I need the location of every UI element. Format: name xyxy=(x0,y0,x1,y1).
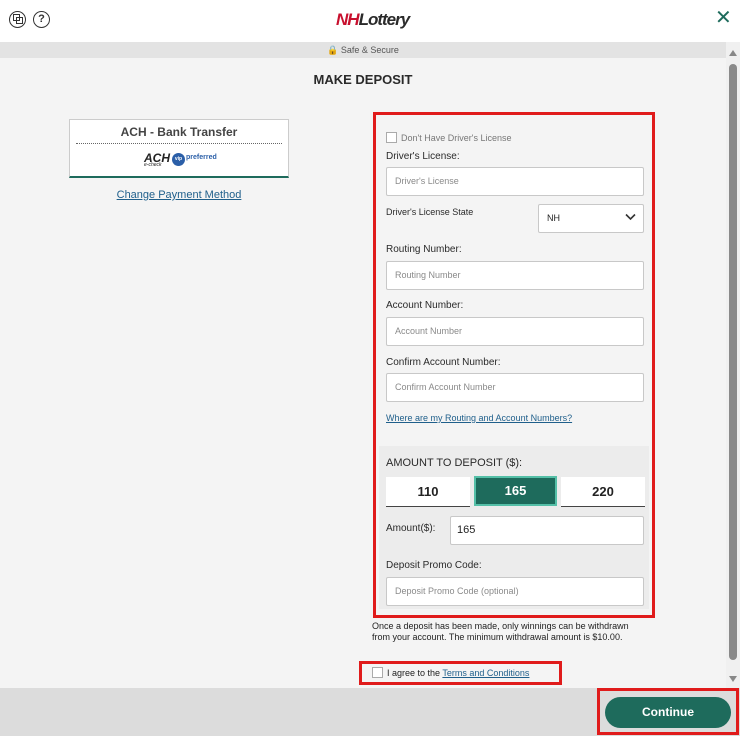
vip-preferred-text: preferred xyxy=(186,154,217,161)
routing-number-label: Routing Number: xyxy=(386,244,462,255)
terms-agreement-highlight: I agree to the Terms and Conditions xyxy=(359,661,562,685)
license-state-select[interactable]: NH xyxy=(538,204,644,233)
license-state-label: Driver's License State xyxy=(386,207,474,217)
amount-option-165[interactable]: 165 xyxy=(474,476,557,506)
scroll-up-arrow-icon[interactable] xyxy=(729,50,737,56)
continue-highlight: Continue xyxy=(597,688,739,735)
scroll-down-arrow-icon[interactable] xyxy=(729,676,737,682)
top-bar: ? NHLottery ✕ xyxy=(0,0,740,42)
promo-code-label: Deposit Promo Code: xyxy=(386,560,482,571)
divider xyxy=(76,143,282,144)
ach-logo-subtext: e-check xyxy=(144,162,162,168)
license-state-value: NH xyxy=(547,213,560,223)
agree-terms-checkbox[interactable] xyxy=(372,667,383,678)
change-payment-method-link[interactable]: Change Payment Method xyxy=(69,189,289,201)
no-license-checkbox[interactable] xyxy=(386,132,397,143)
agree-prefix: I agree to the xyxy=(387,668,443,678)
amount-label: Amount($): xyxy=(386,523,436,534)
logo-nh: NH xyxy=(336,10,360,29)
amount-to-deposit-title: AMOUNT TO DEPOSIT ($): xyxy=(386,457,523,469)
drivers-license-input[interactable]: Driver's License xyxy=(386,167,644,196)
continue-button[interactable]: Continue xyxy=(605,697,731,728)
ach-form-highlight: Don't Have Driver's License Driver's Lic… xyxy=(373,112,655,618)
amount-option-110[interactable]: 110 xyxy=(386,477,470,507)
scroll-thumb[interactable] xyxy=(729,64,737,660)
agree-terms-label: I agree to the Terms and Conditions xyxy=(387,668,529,678)
page-title: MAKE DEPOSIT xyxy=(313,72,413,87)
amount-input[interactable]: 165 xyxy=(450,516,644,545)
nh-lottery-logo: NHLottery xyxy=(336,10,411,30)
bank-details-section: Don't Have Driver's License Driver's Lic… xyxy=(379,118,649,439)
confirm-account-number-input[interactable]: Confirm Account Number xyxy=(386,373,644,402)
account-number-label: Account Number: xyxy=(386,300,464,311)
dice-icon xyxy=(12,14,23,24)
drivers-license-label: Driver's License: xyxy=(386,151,460,162)
help-icon[interactable]: ? xyxy=(33,11,50,28)
ach-vip-logo: ACH e-check vip preferred xyxy=(144,151,224,169)
scrollbar[interactable] xyxy=(726,42,740,688)
routing-number-input[interactable]: Routing Number xyxy=(386,261,644,290)
routing-help-link[interactable]: Where are my Routing and Account Numbers… xyxy=(386,413,572,423)
account-number-input[interactable]: Account Number xyxy=(386,317,644,346)
promo-code-input[interactable]: Deposit Promo Code (optional) xyxy=(386,577,644,606)
payment-method-title: ACH - Bank Transfer xyxy=(120,125,238,139)
close-icon[interactable]: ✕ xyxy=(715,8,732,28)
confirm-account-number-label: Confirm Account Number: xyxy=(386,357,501,368)
payment-method-card: ACH - Bank Transfer ACH e-check vip pref… xyxy=(69,119,289,178)
no-license-label: Don't Have Driver's License xyxy=(401,133,512,143)
vip-badge-icon: vip xyxy=(172,153,185,166)
amount-option-220[interactable]: 220 xyxy=(561,477,645,507)
deposit-amount-section: AMOUNT TO DEPOSIT ($): 110 165 220 Amoun… xyxy=(379,446,649,609)
terms-and-conditions-link[interactable]: Terms and Conditions xyxy=(442,668,529,678)
withdrawal-disclaimer: Once a deposit has been made, only winni… xyxy=(372,621,629,642)
safe-secure-banner: 🔒 Safe & Secure xyxy=(0,42,726,58)
game-icon[interactable] xyxy=(9,11,26,28)
chevron-down-icon xyxy=(625,212,636,224)
logo-lottery: Lottery xyxy=(358,10,411,29)
